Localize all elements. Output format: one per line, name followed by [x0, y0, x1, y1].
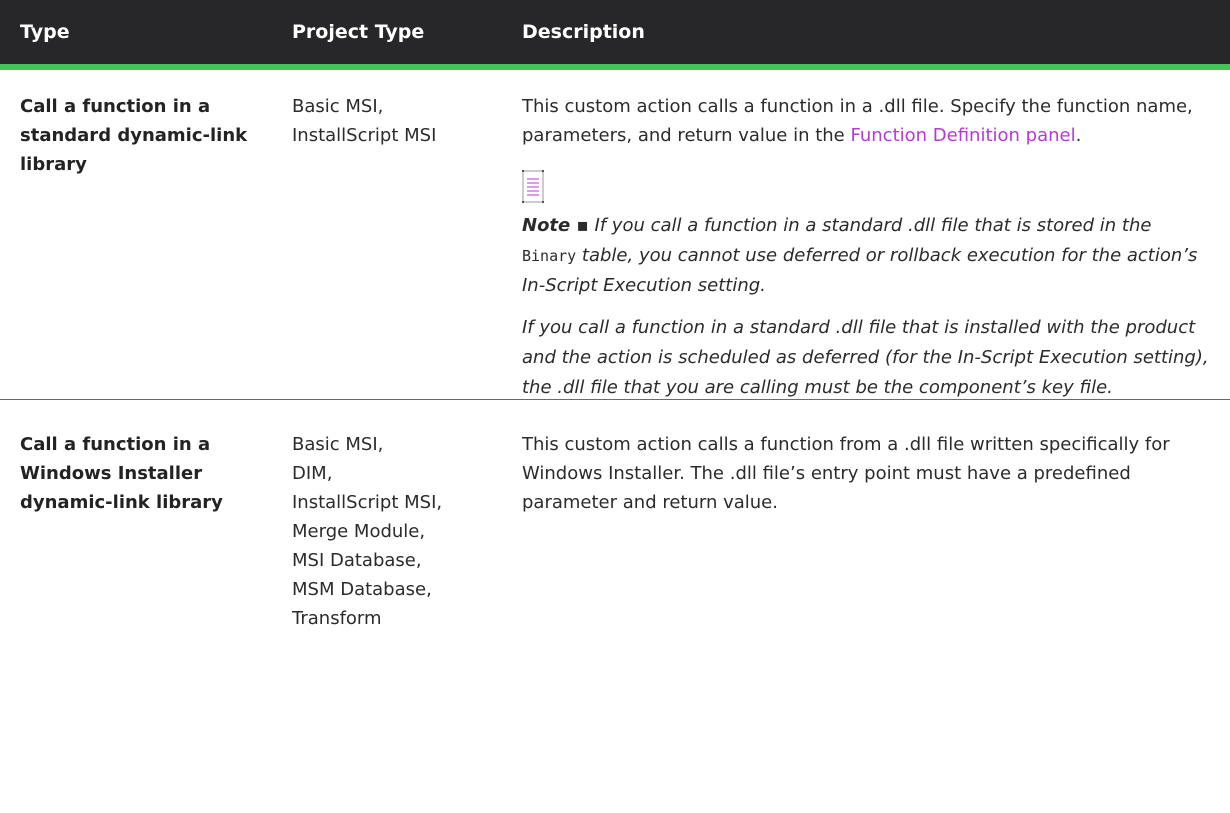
project-type-item: MSM Database,	[292, 579, 432, 600]
row-project-types: Basic MSI, DIM, InstallScript MSI, Merge…	[272, 430, 502, 633]
project-type-item: Transform	[292, 608, 382, 629]
note-paragraph-1: Note ▪ If you call a function in a stand…	[522, 211, 1210, 301]
row-description: This custom action calls a function from…	[502, 430, 1230, 633]
project-type-item: Merge Module,	[292, 521, 426, 542]
description-text-after: .	[1075, 125, 1082, 146]
note-text-after: table, you cannot use deferred or rollba…	[522, 245, 1198, 296]
note-label: Note ▪	[522, 215, 589, 236]
table-row: Call a function in a standard dynamic-li…	[0, 70, 1230, 400]
project-type-item: Basic MSI,	[292, 434, 384, 455]
table-header-row: Type Project Type Description	[0, 0, 1230, 70]
header-type: Type	[20, 21, 70, 43]
header-project-type: Project Type	[292, 21, 425, 43]
row-type-label: Call a function in a standard dynamic-li…	[20, 96, 248, 175]
project-type-item: DIM,	[292, 463, 333, 484]
header-description: Description	[522, 21, 645, 43]
description-text: This custom action calls a function in a…	[522, 92, 1210, 150]
note-icon	[522, 170, 544, 203]
binary-table-code: Binary	[522, 247, 577, 265]
table-row: Call a function in a Windows Installer d…	[0, 400, 1230, 633]
project-type-item: InstallScript MSI	[292, 125, 437, 146]
row-project-types: Basic MSI, InstallScript MSI	[272, 92, 502, 399]
row-type-label: Call a function in a Windows Installer d…	[20, 434, 223, 513]
note-block: Note ▪ If you call a function in a stand…	[522, 211, 1210, 403]
project-type-item: MSI Database,	[292, 550, 422, 571]
note-text-before: If you call a function in a standard .dl…	[588, 215, 1152, 236]
note-paragraph-2: If you call a function in a standard .dl…	[522, 317, 1209, 398]
description-text: This custom action calls a function from…	[522, 434, 1170, 513]
row-description: This custom action calls a function in a…	[502, 92, 1230, 399]
function-definition-panel-link[interactable]: Function Definition panel	[850, 125, 1075, 146]
project-type-item: InstallScript MSI,	[292, 492, 443, 513]
project-type-item: Basic MSI,	[292, 96, 384, 117]
custom-action-types-table: Type Project Type Description Call a fun…	[0, 0, 1230, 633]
